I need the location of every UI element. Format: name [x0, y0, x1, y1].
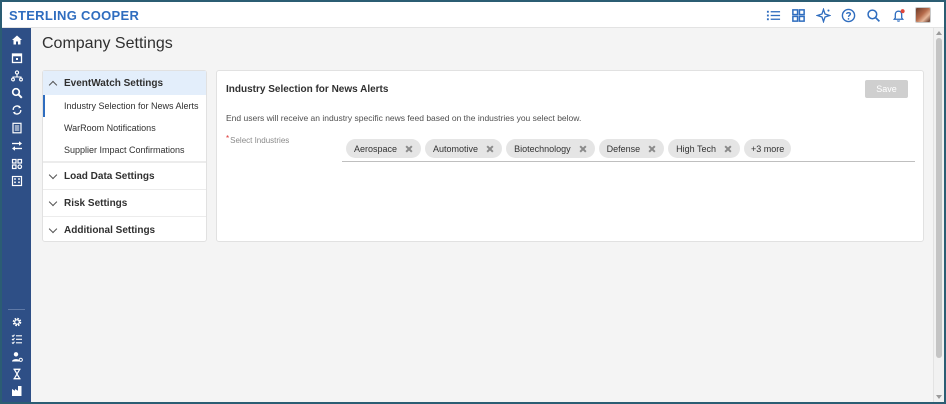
chip-label: Aerospace: [354, 143, 398, 154]
industry-selection-card: Industry Selection for News Alerts Save …: [216, 70, 924, 242]
nav-additional-label: Additional Settings: [64, 224, 156, 236]
industries-multiselect[interactable]: Aerospace Automotive Biotechnology Defen…: [342, 136, 915, 162]
required-marker: *: [226, 134, 230, 143]
brand-logo[interactable]: STERLING COOPER: [9, 8, 139, 23]
rail-divider: [8, 309, 25, 310]
top-toolbar: [757, 6, 931, 24]
building-icon[interactable]: [2, 172, 31, 189]
chevron-down-icon: [48, 224, 58, 233]
nav-load-data-label: Load Data Settings: [64, 170, 155, 182]
industry-chip: Biotechnology: [506, 139, 595, 158]
industry-chip: High Tech: [668, 139, 740, 158]
remove-chip-icon[interactable]: [724, 145, 732, 153]
grid-icon[interactable]: [789, 6, 807, 24]
gear-icon[interactable]: [2, 313, 31, 330]
card-description: End users will receive an industry speci…: [226, 113, 582, 123]
nav-item-supplier-impact[interactable]: Supplier Impact Confirmations: [43, 139, 206, 161]
industry-chip: Aerospace: [346, 139, 422, 158]
scrollbar-thumb[interactable]: [936, 38, 942, 358]
remove-chip-icon[interactable]: [579, 145, 587, 153]
chip-label: Biotechnology: [514, 143, 571, 154]
nav-additional-settings[interactable]: Additional Settings: [43, 216, 206, 243]
user-gear-icon[interactable]: [2, 348, 31, 365]
list-icon[interactable]: [764, 6, 782, 24]
chevron-down-icon: [48, 197, 58, 206]
document-icon[interactable]: [2, 119, 31, 136]
select-industries-label-text: Select Industries: [230, 136, 290, 145]
remove-chip-icon[interactable]: [486, 145, 494, 153]
left-rail: [2, 28, 31, 402]
nav-load-data-settings[interactable]: Load Data Settings: [43, 162, 206, 189]
sync-icon[interactable]: [2, 101, 31, 118]
remove-chip-icon[interactable]: [405, 145, 413, 153]
more-industries-chip[interactable]: +3 more: [744, 139, 792, 158]
app-frame: STERLING COOPER Company Settings EventWa…: [0, 0, 946, 404]
nav-risk-label: Risk Settings: [64, 197, 128, 209]
remove-chip-icon[interactable]: [648, 145, 656, 153]
nav-eventwatch-settings[interactable]: EventWatch Settings: [43, 71, 206, 95]
nav-risk-settings[interactable]: Risk Settings: [43, 189, 206, 216]
eventwatch-group: EventWatch Settings Industry Selection f…: [43, 71, 206, 162]
card-title: Industry Selection for News Alerts: [226, 84, 389, 95]
chevron-down-icon: [48, 170, 58, 179]
transfer-icon[interactable]: [2, 137, 31, 154]
save-button[interactable]: Save: [865, 80, 908, 98]
factory-icon[interactable]: [2, 382, 31, 399]
search-icon[interactable]: [2, 84, 31, 101]
apps-icon[interactable]: [2, 155, 31, 172]
scroll-up-arrow-icon[interactable]: [936, 31, 942, 35]
checklist-icon[interactable]: [2, 330, 31, 347]
search-icon[interactable]: [864, 6, 882, 24]
vertical-scrollbar[interactable]: [933, 28, 944, 402]
hourglass-icon[interactable]: [2, 365, 31, 382]
settings-nav: EventWatch Settings Industry Selection f…: [42, 70, 207, 242]
nav-item-warroom-notifications[interactable]: WarRoom Notifications: [43, 117, 206, 139]
top-bar: STERLING COOPER: [2, 2, 944, 28]
help-icon[interactable]: [839, 6, 857, 24]
scroll-down-arrow-icon[interactable]: [936, 395, 942, 399]
chip-label: High Tech: [676, 143, 716, 154]
user-avatar[interactable]: [915, 7, 931, 23]
page-title: Company Settings: [42, 35, 173, 52]
chevron-up-icon: [48, 80, 58, 89]
industry-chip: Defense: [598, 139, 665, 158]
network-icon[interactable]: [2, 67, 31, 84]
calendar-icon[interactable]: [2, 49, 31, 66]
chip-label: Automotive: [433, 143, 479, 154]
nav-eventwatch-label: EventWatch Settings: [64, 77, 164, 89]
sparkle-icon[interactable]: [814, 6, 832, 24]
select-industries-label: *Select Industries: [226, 134, 290, 145]
bell-icon[interactable]: [889, 6, 907, 24]
chip-label: Defense: [606, 143, 641, 154]
home-icon[interactable]: [2, 31, 31, 48]
nav-item-industry-selection[interactable]: Industry Selection for News Alerts: [43, 95, 206, 117]
industry-chip: Automotive: [425, 139, 503, 158]
